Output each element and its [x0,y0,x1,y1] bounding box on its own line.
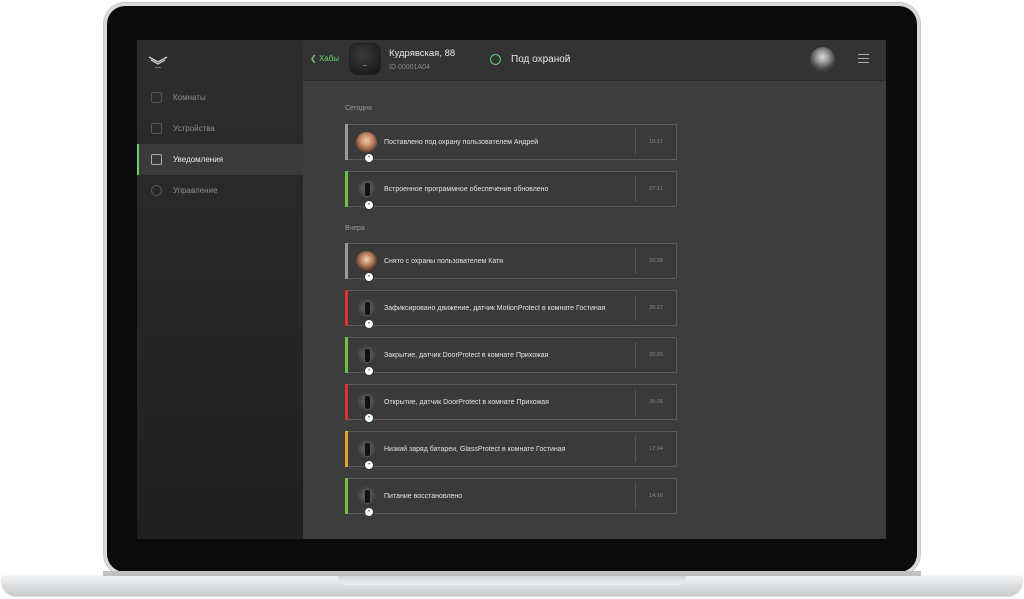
rooms-icon [151,92,162,103]
notification-time: 20:27 [649,305,663,311]
notification-card[interactable]: • Закрытие, датчик DoorProtect в комнате … [345,337,677,376]
notification-card[interactable]: • Снято с охраны пользователем Катя 20:28 [345,243,677,282]
notification-time: 20:28 [649,258,663,264]
door-sensor-icon: • [356,392,377,423]
hub-id: ID 00001A04 [389,64,430,71]
notification-time: 20:26 [649,399,663,405]
hub-image [350,44,380,74]
sidebar-item-devices[interactable]: Устройства [137,113,303,144]
severity-indicator [345,171,348,207]
app-screen: Комнаты Устройства Уведомления Управлени… [137,40,886,539]
notification-time: 10:17 [649,139,663,145]
notification-time: 14:16 [649,493,663,499]
severity-indicator [345,290,348,326]
section-yesterday: Вчера [345,225,365,232]
notification-card[interactable]: • Поставлено под охрану пользователем Анд… [345,124,677,163]
back-button[interactable]: ❮ Хабы [310,54,339,63]
notification-text: Поставлено под охрану пользователем Андр… [384,138,539,146]
ajax-logo-icon [148,56,168,68]
notifications-icon [151,154,162,165]
sidebar-item-label: Комнаты [173,93,206,102]
devices-icon [151,123,162,134]
severity-indicator [345,384,348,420]
notification-time: 17:04 [649,446,663,452]
sidebar: Комнаты Устройства Уведомления Управлени… [137,40,303,539]
sidebar-item-label: Устройства [173,124,215,133]
notification-card[interactable]: • Зафиксировано движение, датчик MotionPr… [345,290,677,329]
notification-text: Зафиксировано движение, датчик MotionPro… [384,304,606,312]
notification-text: Встроенное программное обеспечение обнов… [384,185,549,193]
user-avatar-icon: • [356,132,377,163]
section-today: Сегодня [345,105,372,112]
sidebar-item-label: Управление [173,186,218,195]
hub-update-icon: • [356,179,377,210]
main-panel: ❮ Хабы Кудрявская, 88 ID 00001A04 Под ох… [303,40,886,539]
notification-text: Снято с охраны пользователем Катя [384,257,504,265]
notification-text: Низкий заряд батареи, GlassProtect в ком… [384,445,566,453]
armed-status-icon [490,54,501,65]
notification-card[interactable]: • Питание восстановлено 14:16 [345,478,677,517]
motion-sensor-icon: • [356,298,377,329]
sidebar-item-label: Уведомления [173,155,224,164]
active-indicator [137,144,139,175]
severity-indicator [345,124,348,160]
glass-sensor-icon: • [356,439,377,470]
laptop-notch [338,576,686,585]
notification-time: 07:11 [649,186,663,192]
notification-card[interactable]: • Встроенное программное обеспечение обно… [345,171,677,210]
notification-text: Питание восстановлено [384,492,463,500]
notification-time: 20:26 [649,352,663,358]
control-icon [151,185,162,196]
sidebar-item-control[interactable]: Управление [137,175,303,206]
severity-indicator [345,243,348,279]
notification-card[interactable]: • Низкий заряд батареи, GlassProtect в ко… [345,431,677,470]
avatar[interactable] [810,47,835,72]
sidebar-item-rooms[interactable]: Комнаты [137,82,303,113]
header: ❮ Хабы Кудрявская, 88 ID 00001A04 Под ох… [303,40,886,81]
user-avatar-icon: • [356,251,377,282]
security-status: Под охраной [511,54,571,65]
chevron-left-icon: ❮ [310,54,317,63]
back-label: Хабы [318,54,340,63]
notification-text: Открытие, датчик DoorProtect в комнате П… [384,398,549,406]
power-restored-icon: • [356,486,377,517]
hamburger-menu-icon[interactable] [858,54,869,65]
severity-indicator [345,478,348,514]
sidebar-item-notifications[interactable]: Уведомления [137,144,303,175]
notification-card[interactable]: • Открытие, датчик DoorProtect в комнате … [345,384,677,423]
hub-name: Кудрявская, 88 [389,48,456,59]
notification-text: Закрытие, датчик DoorProtect в комнате П… [384,351,549,359]
severity-indicator [345,337,348,373]
severity-indicator [345,431,348,467]
door-sensor-icon: • [356,345,377,376]
